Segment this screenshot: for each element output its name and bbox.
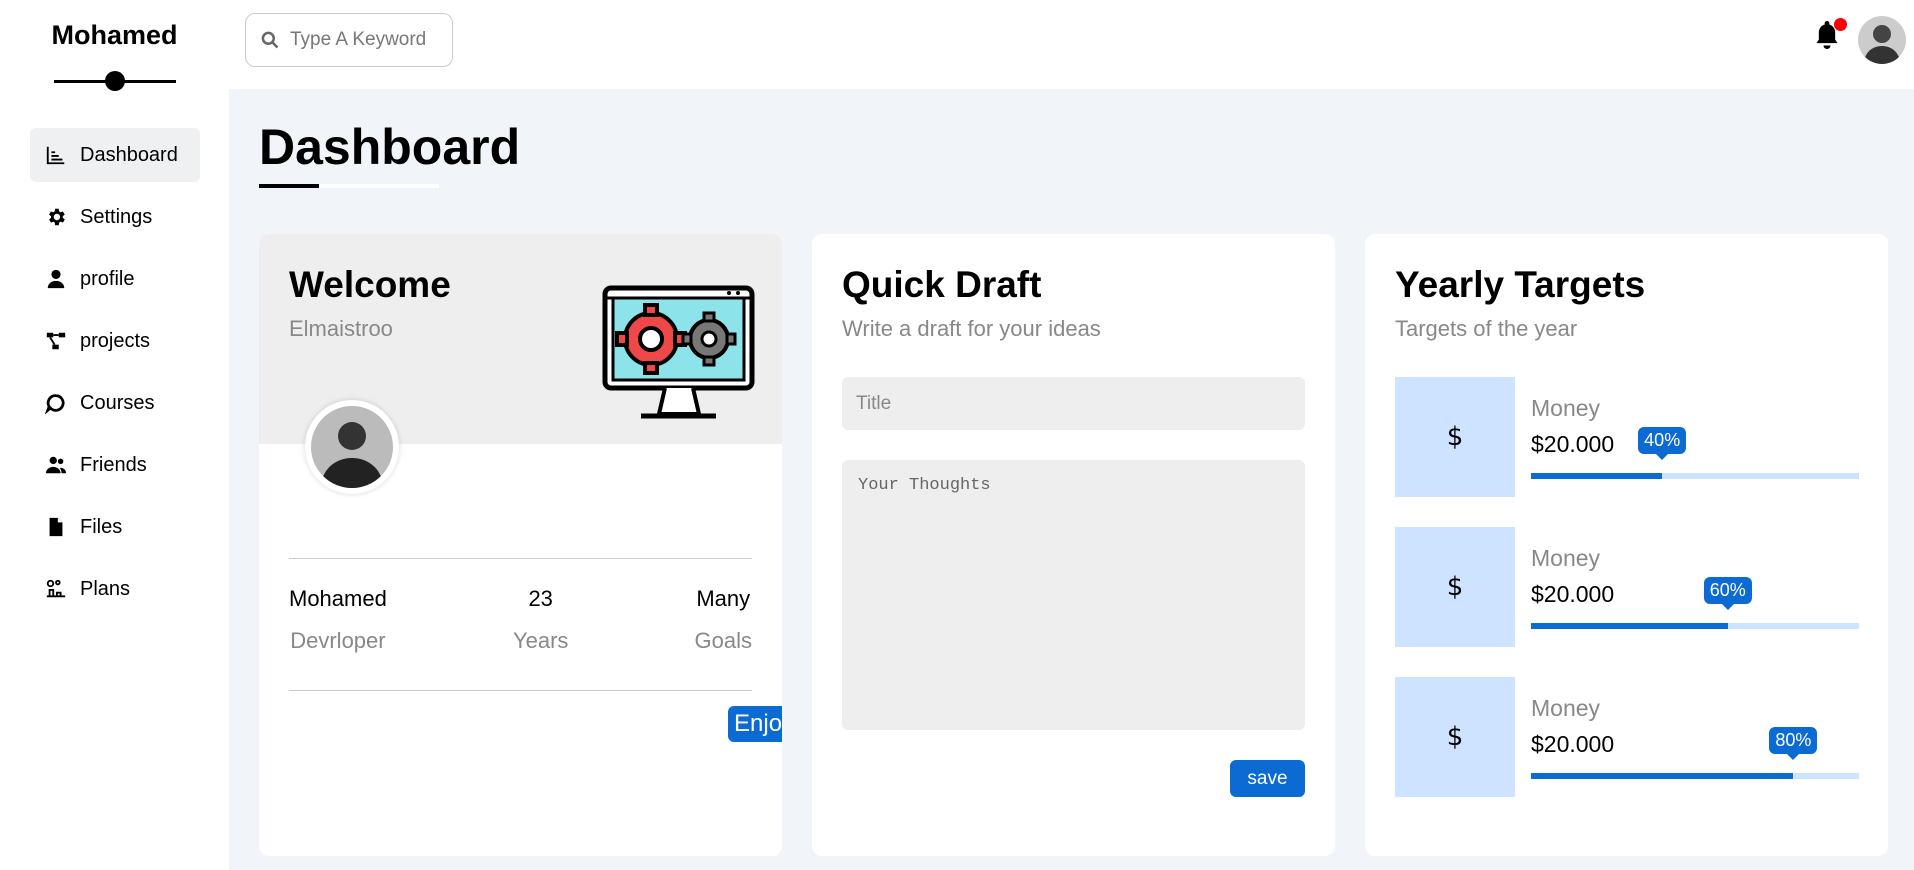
draft-subtitle: Write a draft for your ideas [842,316,1101,341]
draft-title-input[interactable] [842,377,1305,430]
dollar-icon: $ [1395,377,1515,497]
diagram-icon [44,329,68,353]
welcome-stats: Mohamed Devrloper 23 Years Many Goals [289,586,752,654]
stat-value: 23 [528,586,553,611]
plans-icon [44,577,68,601]
draft-thoughts-textarea[interactable] [842,460,1305,730]
search-box[interactable] [245,13,453,67]
sidebar-item-courses[interactable]: Courses [30,376,200,430]
sidebar-item-settings[interactable]: Settings [30,190,200,244]
target-amount: $20.000 [1531,581,1615,607]
brand-name: Mohamed [51,20,178,50]
progress-fill [1531,623,1728,629]
stat-age: 23 Years [513,586,568,654]
notification-badge [1834,18,1847,31]
chart-icon [44,143,68,167]
target-item: $ Money $20.000 60% [1395,527,1859,647]
page-title: Dashboard [259,119,521,175]
sidebar-item-label: Settings [80,205,153,228]
avatar [305,400,399,494]
target-item: $ Money $20.000 40% [1395,377,1859,497]
sidebar-item-label: profile [80,267,135,290]
title-underline [259,184,439,188]
progress-fill [1531,773,1794,779]
sidebar-item-profile[interactable]: profile [30,252,200,306]
sidebar-item-label: Courses [80,391,155,414]
sidebar-item-label: Dashboard [80,143,178,166]
stat-name: Mohamed Devrloper [289,586,387,654]
stat-value: Many [696,586,751,611]
sidebar-item-label: Files [80,515,123,538]
stat-label: Devrloper [290,628,386,653]
top-header [229,0,1914,89]
sidebar-item-dashboard[interactable]: Dashboard [30,128,200,182]
progress-percent-badge: 40% [1638,427,1687,454]
gear-icon [44,205,68,229]
sidebar-item-projects[interactable]: projects [30,314,200,368]
welcome-card: Welcome Elmaistroo Mohamed Devrloper 23 … [259,234,782,856]
user-icon [44,267,68,291]
sidebar-item-friends[interactable]: Friends [30,438,200,492]
target-label: Money [1531,395,1601,421]
draft-title: Quick Draft [842,264,1042,305]
target-amount: $20.000 [1531,731,1615,757]
file-icon [44,515,68,539]
progress-percent-badge: 60% [1703,577,1752,604]
sidebar-item-label: Friends [80,453,147,476]
users-icon [44,453,68,477]
divider [289,558,752,559]
target-amount: $20.000 [1531,431,1615,457]
search-icon [261,31,279,49]
monitor-gears-icon [601,284,756,424]
progress-track [1531,773,1859,779]
dollar-icon: $ [1395,677,1515,797]
enjoy-button[interactable]: Enjoy [728,706,782,742]
divider [289,690,752,691]
progress-percent-badge: 80% [1769,727,1818,754]
target-label: Money [1531,695,1601,721]
sidebar-nav: Dashboard Settings profile projects Cour… [30,128,200,624]
progress-fill [1531,473,1663,479]
welcome-title: Welcome [289,264,451,305]
quick-draft-card: Quick Draft Write a draft for your ideas… [812,234,1335,856]
dollar-icon: $ [1395,527,1515,647]
stat-label: Years [512,628,569,653]
sidebar: Mohamed Dashboard Settings profile proje… [0,0,229,870]
sidebar-item-label: Plans [80,577,131,600]
sidebar-item-label: projects [80,329,151,352]
targets-subtitle: Targets of the year [1395,316,1578,341]
stat-value: Mohamed [289,586,387,611]
stat-goals: Many Goals [695,586,752,654]
sidebar-item-files[interactable]: Files [30,500,200,554]
chat-icon [44,391,68,415]
avatar[interactable] [1858,16,1906,64]
sidebar-item-plans[interactable]: Plans [30,562,200,616]
progress-track [1531,623,1859,629]
targets-title: Yearly Targets [1395,264,1646,305]
welcome-subtitle: Elmaistroo [289,316,393,341]
yearly-targets-card: Yearly Targets Targets of the year $ Mon… [1365,234,1888,856]
stat-label: Goals [694,628,752,653]
target-item: $ Money $20.000 80% [1395,677,1859,797]
notification-bell-icon[interactable] [1813,18,1847,56]
progress-track [1531,473,1859,479]
save-button[interactable]: save [1230,760,1305,797]
target-label: Money [1531,545,1601,571]
search-input[interactable] [290,29,450,51]
brand-mark [54,71,176,91]
